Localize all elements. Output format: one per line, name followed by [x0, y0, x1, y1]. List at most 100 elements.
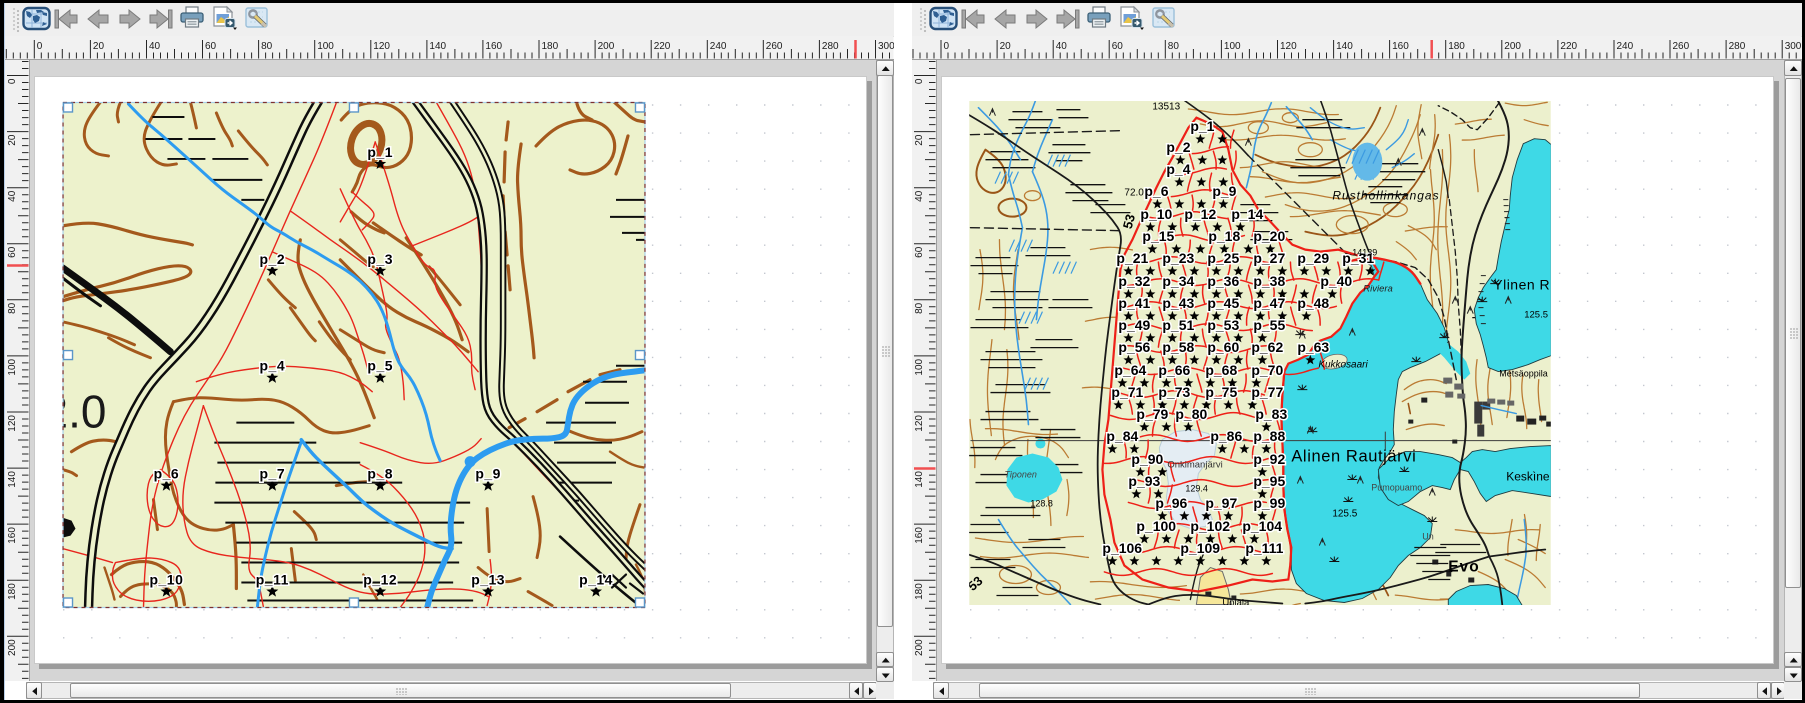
- svg-text:240: 240: [1617, 41, 1634, 52]
- svg-text:Pumopuamo: Pumopuamo: [1371, 483, 1422, 493]
- svg-text:p_109: p_109: [1180, 540, 1220, 556]
- svg-text:0: 0: [914, 78, 925, 84]
- svg-text:120: 120: [7, 415, 18, 432]
- svg-text:160: 160: [914, 527, 925, 544]
- svg-text:p_3: p_3: [367, 251, 393, 267]
- svg-text:0: 0: [7, 78, 18, 84]
- svg-text:140: 140: [7, 471, 18, 488]
- svg-text:200: 200: [598, 41, 615, 52]
- svg-text:280: 280: [1729, 41, 1746, 52]
- svg-text:p_7: p_7: [260, 466, 286, 482]
- svg-text:p_92: p_92: [1253, 451, 1285, 467]
- svg-text:p_53: p_53: [1207, 317, 1239, 333]
- svg-text:300: 300: [1785, 41, 1802, 52]
- svg-text:220: 220: [1560, 41, 1577, 52]
- svg-text:Keskìne: Keskìne: [1506, 470, 1550, 484]
- svg-text:p_4: p_4: [260, 358, 286, 374]
- svg-text:80: 80: [1168, 41, 1180, 52]
- svg-text:p_11: p_11: [256, 572, 289, 588]
- svg-text:p_41: p_41: [1118, 295, 1150, 311]
- svg-text:p_95: p_95: [1253, 473, 1285, 489]
- svg-text:80: 80: [261, 41, 273, 52]
- svg-text:p_23: p_23: [1162, 250, 1194, 266]
- svg-text:p_21: p_21: [1116, 250, 1148, 266]
- svg-text:60: 60: [914, 246, 925, 258]
- svg-text:p_111: p_111: [1245, 540, 1283, 556]
- svg-text:240: 240: [710, 41, 727, 52]
- svg-text:p_10: p_10: [150, 572, 184, 588]
- svg-text:p_18: p_18: [1208, 228, 1240, 244]
- svg-text:p_6: p_6: [154, 466, 180, 482]
- svg-text:125.5: 125.5: [1332, 509, 1357, 520]
- svg-text:p_36: p_36: [1207, 273, 1239, 289]
- svg-text:260: 260: [1673, 41, 1690, 52]
- svg-text:120: 120: [373, 41, 390, 52]
- svg-text:p_2: p_2: [1166, 139, 1190, 155]
- svg-text:p_55: p_55: [1253, 317, 1285, 333]
- svg-text:p_12: p_12: [1184, 206, 1216, 222]
- svg-text:100: 100: [914, 358, 925, 375]
- svg-text:p_63: p_63: [1297, 339, 1329, 355]
- svg-text:p_66: p_66: [1158, 362, 1190, 378]
- svg-text:Onkimanjärvi: Onkimanjärvi: [1167, 460, 1222, 471]
- svg-text:p_77: p_77: [1251, 384, 1283, 400]
- svg-text:60: 60: [205, 41, 217, 52]
- svg-text:p_1: p_1: [367, 144, 393, 160]
- svg-text:60: 60: [1112, 41, 1124, 52]
- svg-text:180: 180: [914, 583, 925, 600]
- svg-text:200: 200: [1504, 41, 1521, 52]
- svg-text:p_80: p_80: [1175, 406, 1207, 422]
- svg-text:p_20: p_20: [1253, 228, 1285, 244]
- svg-text:60: 60: [7, 246, 18, 258]
- svg-text:Evo: Evo: [1448, 559, 1479, 576]
- svg-text:100: 100: [1224, 41, 1241, 52]
- svg-text:14139: 14139: [1352, 248, 1377, 258]
- svg-text:80: 80: [7, 302, 18, 314]
- svg-text:p_84: p_84: [1106, 428, 1138, 444]
- svg-text:p_88: p_88: [1253, 428, 1285, 444]
- svg-text:100: 100: [7, 358, 18, 375]
- svg-text:p_64: p_64: [1114, 362, 1146, 378]
- svg-text:p_25: p_25: [1207, 250, 1239, 266]
- svg-text:p_14: p_14: [1231, 206, 1263, 222]
- svg-text:p_5: p_5: [367, 358, 393, 374]
- svg-text:180: 180: [1448, 41, 1465, 52]
- svg-text:p_29: p_29: [1297, 250, 1329, 266]
- svg-text:p_73: p_73: [1158, 384, 1190, 400]
- svg-text:p_86: p_86: [1210, 428, 1242, 444]
- svg-text:100: 100: [317, 41, 334, 52]
- svg-text:p_9: p_9: [475, 466, 501, 482]
- svg-text:p_47: p_47: [1253, 295, 1285, 311]
- svg-text:p_62: p_62: [1251, 339, 1283, 355]
- svg-text:180: 180: [7, 583, 18, 600]
- svg-text:13513: 13513: [1152, 102, 1180, 113]
- svg-text:p_40: p_40: [1320, 273, 1352, 289]
- svg-text:2.0: 2.0: [54, 386, 106, 438]
- svg-text:p_71: p_71: [1111, 384, 1143, 400]
- svg-text:p_97: p_97: [1205, 495, 1237, 511]
- svg-text:p_70: p_70: [1251, 362, 1283, 378]
- svg-text:p_75: p_75: [1205, 384, 1237, 400]
- svg-text:140: 140: [429, 41, 446, 52]
- svg-text:280: 280: [822, 41, 839, 52]
- svg-text:Riviera: Riviera: [1363, 284, 1393, 295]
- svg-text:120: 120: [1280, 41, 1297, 52]
- svg-text:p_27: p_27: [1253, 250, 1285, 266]
- svg-text:p_14: p_14: [579, 572, 613, 588]
- svg-text:p_48: p_48: [1297, 295, 1329, 311]
- svg-text:80: 80: [914, 302, 925, 314]
- svg-text:p_1: p_1: [1190, 118, 1214, 134]
- svg-text:p_102: p_102: [1190, 518, 1230, 534]
- svg-text:40: 40: [1056, 41, 1068, 52]
- svg-text:140: 140: [914, 471, 925, 488]
- svg-text:p_13: p_13: [471, 572, 505, 588]
- svg-text:p_43: p_43: [1162, 295, 1194, 311]
- svg-text:40: 40: [914, 190, 925, 202]
- svg-text:p_38: p_38: [1253, 273, 1285, 289]
- svg-text:p_68: p_68: [1205, 362, 1237, 378]
- svg-text:Un: Un: [1422, 532, 1433, 542]
- svg-text:Rusthollinkangas: Rusthollinkangas: [1332, 189, 1439, 203]
- svg-text:p_49: p_49: [1118, 317, 1150, 333]
- svg-text:0: 0: [944, 41, 950, 52]
- svg-text:20: 20: [1000, 41, 1012, 52]
